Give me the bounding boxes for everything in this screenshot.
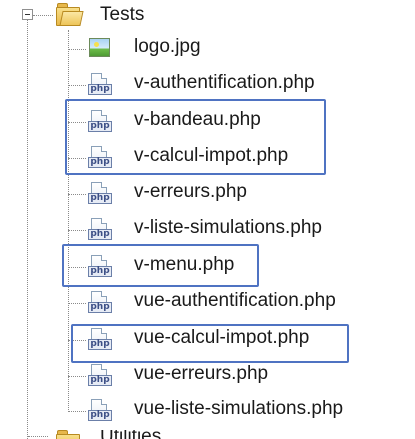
tree-connector: [68, 194, 86, 195]
tree-connector: [33, 15, 53, 16]
tree-guide-folder: [68, 30, 69, 410]
highlight-box-group-3: [71, 324, 349, 363]
file-item-v-liste-simulations[interactable]: php v-liste-simulations.php: [68, 212, 368, 248]
image-file-icon: [88, 37, 112, 61]
php-file-icon: php: [88, 364, 112, 388]
file-item-v-authentification[interactable]: php v-authentification.php: [68, 67, 388, 103]
tree-connector: [68, 230, 86, 231]
php-file-icon: php: [88, 182, 112, 206]
php-file-icon: php: [88, 399, 112, 423]
php-file-icon: php: [88, 218, 112, 242]
tree-connector: [68, 49, 86, 50]
file-item-v-erreurs[interactable]: php v-erreurs.php: [68, 176, 288, 212]
folder-row-utilities[interactable]: Utilities: [0, 430, 415, 439]
folder-icon: [56, 430, 82, 439]
tree-connector: [28, 436, 48, 437]
file-label: logo.jpg: [134, 36, 201, 57]
highlight-box-group-1: [65, 99, 326, 175]
file-item-vue-liste-simulations[interactable]: php vue-liste-simulations.php: [68, 393, 388, 429]
php-file-icon: php: [88, 73, 112, 97]
folder-open-icon: [56, 3, 84, 27]
tree-connector: [68, 303, 86, 304]
folder-row-tests[interactable]: Tests: [0, 0, 415, 30]
file-label: v-authentification.php: [134, 72, 315, 93]
file-label: vue-liste-simulations.php: [134, 398, 344, 419]
tree-connector: [68, 411, 86, 412]
php-file-icon: php: [88, 291, 112, 315]
file-item-vue-erreurs[interactable]: php vue-erreurs.php: [68, 358, 308, 394]
tree-connector: [68, 85, 86, 86]
tree-connector: [68, 376, 86, 377]
file-item-vue-authentification[interactable]: php vue-authentification.php: [68, 285, 388, 321]
file-label: vue-authentification.php: [134, 290, 336, 311]
folder-label: Utilities: [100, 430, 161, 439]
highlight-box-group-2: [62, 244, 259, 287]
folder-label: Tests: [100, 4, 145, 25]
file-item-logo[interactable]: logo.jpg: [68, 31, 248, 67]
file-label: vue-erreurs.php: [134, 363, 269, 384]
file-label: v-erreurs.php: [134, 181, 247, 202]
collapse-toggle-icon[interactable]: [22, 9, 33, 20]
tree-guide-root: [27, 20, 28, 439]
file-label: v-liste-simulations.php: [134, 217, 322, 238]
